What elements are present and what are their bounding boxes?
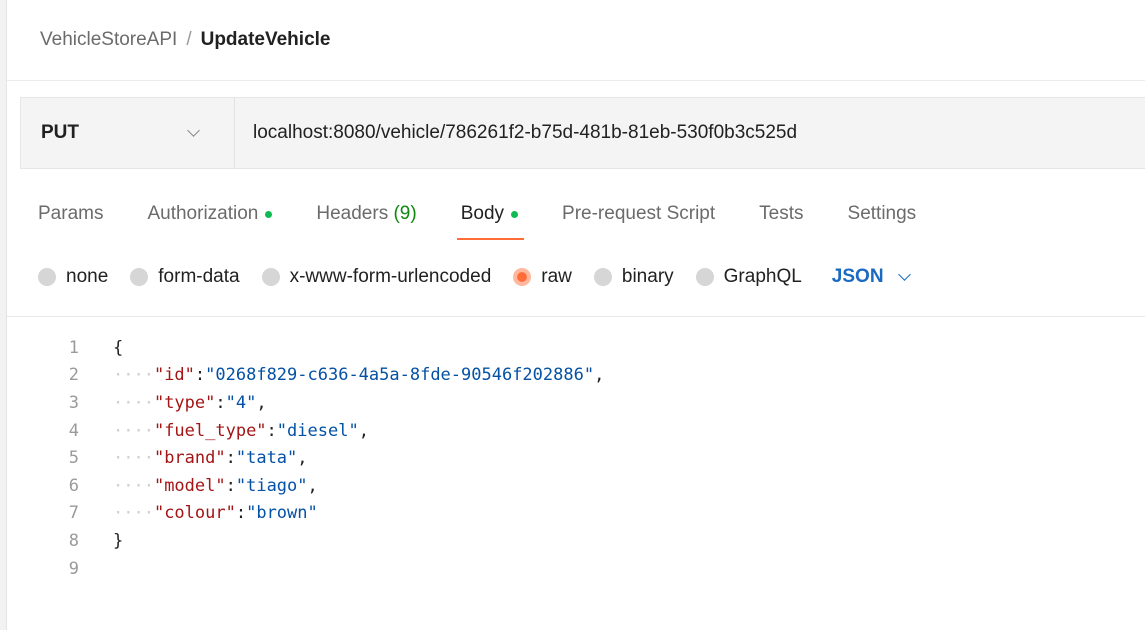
json-key: "brand" bbox=[153, 448, 226, 469]
code-line: 2 ····"id":"0268f829-c636-4a5a-8fde-9054… bbox=[7, 362, 1145, 390]
chevron-down-icon bbox=[187, 124, 200, 137]
tab-params-label: Params bbox=[38, 203, 104, 224]
open-brace: { bbox=[113, 337, 124, 358]
radio-form-data[interactable]: form-data bbox=[130, 266, 240, 288]
tab-headers-label: Headers bbox=[316, 203, 389, 224]
json-comma: , bbox=[307, 475, 318, 496]
code-line: 7 ····"colour":"brown" bbox=[7, 500, 1145, 528]
json-key: "fuel_type" bbox=[153, 420, 267, 441]
radio-x-www-form-urlencoded[interactable]: x-www-form-urlencoded bbox=[261, 266, 492, 288]
headers-count: (9) bbox=[393, 203, 417, 224]
radio-graphql[interactable]: GraphQL bbox=[695, 266, 802, 288]
language-select[interactable]: JSON bbox=[831, 266, 911, 288]
chevron-down-icon bbox=[897, 268, 911, 281]
tab-settings[interactable]: Settings bbox=[848, 200, 917, 228]
radio-label: form-data bbox=[158, 266, 240, 287]
code-line: 5 ····"brand":"tata", bbox=[7, 444, 1145, 472]
radio-circle bbox=[261, 268, 280, 286]
json-key: "id" bbox=[153, 365, 195, 386]
left-sidebar-edge bbox=[0, 0, 7, 630]
breadcrumb: VehicleStoreAPI / UpdateVehicle bbox=[40, 26, 330, 54]
radio-circle bbox=[695, 268, 714, 286]
tab-tests[interactable]: Tests bbox=[759, 200, 803, 228]
code-line: 1 { bbox=[7, 334, 1145, 362]
active-tab-underline bbox=[456, 238, 525, 240]
json-comma: , bbox=[358, 420, 369, 441]
tab-authorization[interactable]: Authorization bbox=[147, 200, 273, 228]
language-label: JSON bbox=[831, 266, 884, 287]
tab-headers[interactable]: Headers (9) bbox=[316, 200, 416, 228]
method-select[interactable]: PUT bbox=[21, 98, 235, 168]
active-dot-icon bbox=[511, 210, 519, 218]
tab-settings-label: Settings bbox=[847, 203, 917, 224]
radio-label: x-www-form-urlencoded bbox=[289, 266, 492, 287]
code-line: 3 ····"type":"4", bbox=[7, 389, 1145, 417]
json-comma: , bbox=[594, 365, 605, 386]
request-name[interactable]: UpdateVehicle bbox=[201, 29, 331, 51]
line-number: 9 bbox=[68, 558, 79, 579]
radio-none[interactable]: none bbox=[38, 266, 108, 288]
line-number: 2 bbox=[68, 365, 79, 386]
tab-pre-request-script-label: Pre-request Script bbox=[562, 203, 716, 224]
radio-circle bbox=[38, 268, 56, 286]
radio-label: raw bbox=[541, 266, 572, 287]
code-line: 9 bbox=[7, 555, 1145, 583]
radio-raw[interactable]: raw bbox=[513, 266, 572, 288]
radio-binary[interactable]: binary bbox=[593, 266, 674, 288]
json-value: "4" bbox=[225, 392, 257, 413]
tab-body-label: Body bbox=[460, 203, 505, 224]
line-number: 8 bbox=[68, 530, 79, 551]
tab-authorization-label: Authorization bbox=[147, 203, 259, 224]
close-brace: } bbox=[113, 530, 124, 551]
radio-circle bbox=[593, 268, 612, 286]
json-key: "model" bbox=[153, 475, 226, 496]
radio-selected-circle bbox=[513, 268, 532, 286]
line-number: 1 bbox=[68, 337, 79, 358]
json-value: "tata" bbox=[235, 448, 298, 469]
editor-divider bbox=[7, 316, 1145, 317]
json-value: "diesel" bbox=[276, 420, 359, 441]
line-number: 3 bbox=[68, 392, 79, 413]
url-input[interactable]: localhost:8080/vehicle/786261f2-b75d-481… bbox=[235, 98, 1145, 168]
method-label: PUT bbox=[41, 122, 79, 143]
radio-label: binary bbox=[621, 266, 674, 287]
line-number: 5 bbox=[68, 448, 79, 469]
line-number: 7 bbox=[68, 503, 79, 524]
header-divider bbox=[7, 80, 1145, 81]
json-key: "colour" bbox=[153, 503, 236, 524]
tab-body[interactable]: Body bbox=[456, 200, 525, 240]
tab-params[interactable]: Params bbox=[38, 200, 103, 228]
json-comma: , bbox=[256, 392, 267, 413]
breadcrumb-collection[interactable]: VehicleStoreAPI bbox=[40, 29, 177, 51]
breadcrumb-separator: / bbox=[186, 29, 192, 50]
body-type-selector: none form-data x-www-form-urlencoded raw… bbox=[38, 266, 911, 288]
line-number: 4 bbox=[68, 420, 79, 441]
json-value: "brown" bbox=[246, 503, 318, 524]
json-value: "tiago" bbox=[235, 475, 308, 496]
active-dot-icon bbox=[265, 210, 273, 218]
request-bar: PUT localhost:8080/vehicle/786261f2-b75d… bbox=[20, 97, 1145, 169]
code-line: 4 ····"fuel_type":"diesel", bbox=[7, 417, 1145, 445]
body-editor[interactable]: 1 { 2 ····"id":"0268f829-c636-4a5a-8fde-… bbox=[7, 334, 1145, 582]
request-tabs: Params Authorization Headers (9) Body Pr… bbox=[38, 200, 960, 240]
tab-pre-request-script[interactable]: Pre-request Script bbox=[562, 200, 715, 228]
line-number: 6 bbox=[68, 475, 79, 496]
code-line: 6 ····"model":"tiago", bbox=[7, 472, 1145, 500]
code-line: 8 } bbox=[7, 527, 1145, 555]
radio-label: none bbox=[66, 266, 109, 287]
json-comma: , bbox=[297, 448, 308, 469]
tab-tests-label: Tests bbox=[759, 203, 804, 224]
json-key: "type" bbox=[153, 392, 216, 413]
radio-label: GraphQL bbox=[723, 266, 802, 287]
json-value: "0268f829-c636-4a5a-8fde-90546f202886" bbox=[205, 365, 595, 386]
radio-circle bbox=[130, 268, 149, 286]
